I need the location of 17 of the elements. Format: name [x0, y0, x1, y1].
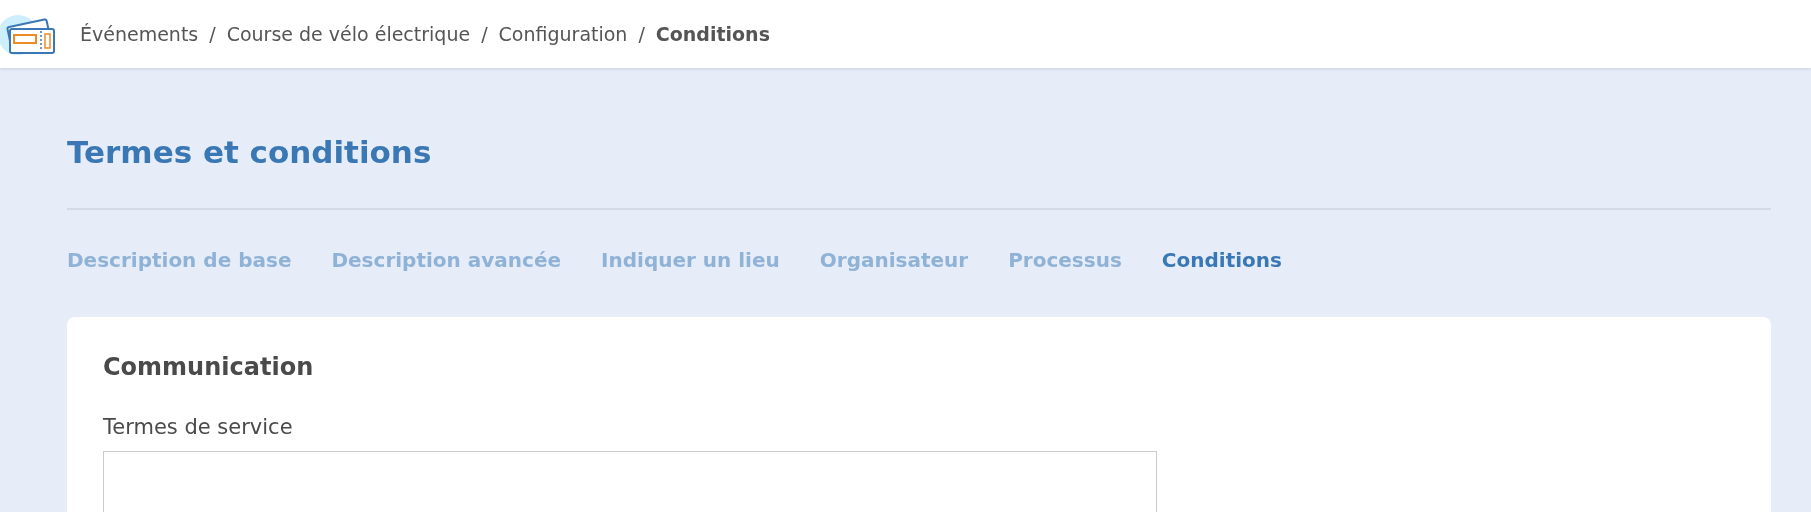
- breadcrumb-link[interactable]: Événements: [80, 23, 199, 45]
- tab[interactable]: Processus: [1008, 248, 1122, 272]
- tab[interactable]: Indiquer un lieu: [601, 248, 780, 272]
- tab[interactable]: Conditions: [1161, 248, 1282, 272]
- tab[interactable]: Description de base: [67, 248, 292, 272]
- tab[interactable]: Organisateur: [819, 248, 969, 272]
- breadcrumb-link[interactable]: Configuration: [498, 23, 628, 45]
- page-title: Termes et conditions: [67, 133, 433, 172]
- tab[interactable]: Description avancée: [331, 248, 562, 272]
- field-label: Termes de service: [103, 415, 294, 439]
- input-field[interactable]: [103, 451, 1157, 512]
- breadcrumb-separator: /: [481, 23, 488, 45]
- breadcrumb-current: Conditions: [655, 23, 770, 45]
- breadcrumb-link[interactable]: Course de vélo électrique: [226, 23, 471, 45]
- card-title: Communication: [103, 353, 315, 381]
- breadcrumb-separator: /: [638, 23, 645, 45]
- breadcrumb-separator: /: [209, 23, 216, 45]
